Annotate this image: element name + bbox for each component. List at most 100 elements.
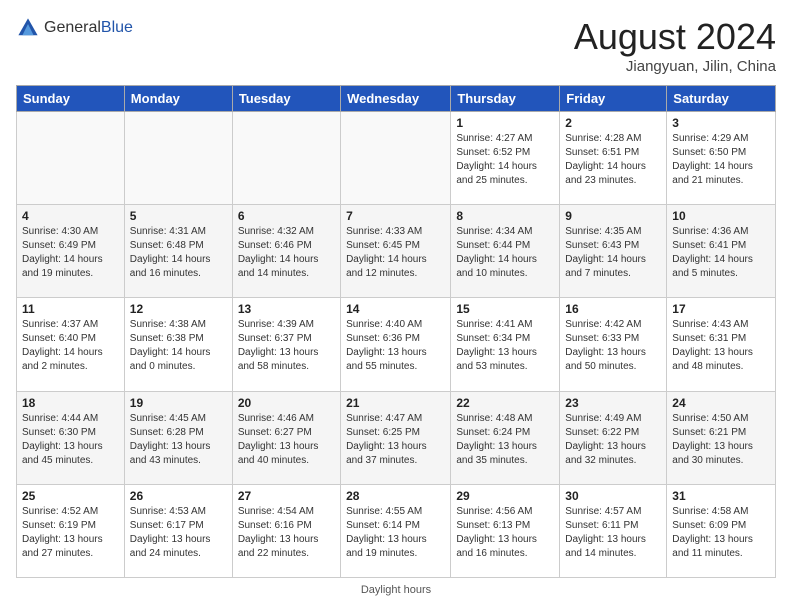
calendar-cell [124,112,232,205]
day-number: 12 [130,302,227,316]
week-row-4: 18Sunrise: 4:44 AMSunset: 6:30 PMDayligh… [17,391,776,484]
day-info: Sunrise: 4:58 AMSunset: 6:09 PMDaylight:… [672,505,770,561]
logo-general-text: General [44,19,101,36]
day-number: 2 [565,116,661,130]
calendar-cell: 30 Sunrise: 4:57 AMSunset: 6:11 PMDayligh… [560,484,667,577]
calendar-cell [17,112,125,205]
title-block: August 2024 Jiangyuan, Jilin, China [574,16,776,75]
day-info: Sunrise: 4:47 AMSunset: 6:25 PMDaylight:… [346,412,445,468]
day-info: Sunrise: 4:53 AMSunset: 6:17 PMDaylight:… [130,505,227,561]
day-number: 16 [565,302,661,316]
header-row: SundayMondayTuesdayWednesdayThursdayFrid… [17,86,776,112]
day-number: 30 [565,489,661,503]
day-info: Sunrise: 4:40 AMSunset: 6:36 PMDaylight:… [346,318,445,374]
day-number: 8 [456,209,554,223]
day-number: 1 [456,116,554,130]
day-info: Sunrise: 4:37 AMSunset: 6:40 PMDaylight:… [22,318,119,374]
calendar-cell: 25Sunrise: 4:52 AMSunset: 6:19 PMDayligh… [17,484,125,577]
day-number: 17 [672,302,770,316]
day-header-sunday: Sunday [17,86,125,112]
day-info: Sunrise: 4:28 AMSunset: 6:51 PMDaylight:… [565,132,661,188]
calendar-cell: 8 Sunrise: 4:34 AMSunset: 6:44 PMDaylight… [451,205,560,298]
calendar-subtitle: Jiangyuan, Jilin, China [574,58,776,75]
day-header-wednesday: Wednesday [341,86,451,112]
calendar-cell: 18Sunrise: 4:44 AMSunset: 6:30 PMDayligh… [17,391,125,484]
week-row-3: 11Sunrise: 4:37 AMSunset: 6:40 PMDayligh… [17,298,776,391]
day-info: Sunrise: 4:54 AMSunset: 6:16 PMDaylight:… [238,505,335,561]
day-number: 21 [346,396,445,410]
day-number: 18 [22,396,119,410]
calendar-table: SundayMondayTuesdayWednesdayThursdayFrid… [16,85,776,578]
day-header-monday: Monday [124,86,232,112]
day-info: Sunrise: 4:30 AMSunset: 6:49 PMDaylight:… [22,225,119,281]
calendar-cell: 17 Sunrise: 4:43 AMSunset: 6:31 PMDayligh… [667,298,776,391]
day-number: 7 [346,209,445,223]
day-number: 23 [565,396,661,410]
calendar-cell: 28 Sunrise: 4:55 AMSunset: 6:14 PMDayligh… [341,484,451,577]
calendar-cell: 15 Sunrise: 4:41 AMSunset: 6:34 PMDayligh… [451,298,560,391]
day-info: Sunrise: 4:42 AMSunset: 6:33 PMDaylight:… [565,318,661,374]
header: GeneralBlue August 2024 Jiangyuan, Jilin… [16,16,776,75]
day-number: 20 [238,396,335,410]
day-info: Sunrise: 4:41 AMSunset: 6:34 PMDaylight:… [456,318,554,374]
calendar-cell: 31 Sunrise: 4:58 AMSunset: 6:09 PMDayligh… [667,484,776,577]
day-number: 6 [238,209,335,223]
day-number: 10 [672,209,770,223]
day-info: Sunrise: 4:50 AMSunset: 6:21 PMDaylight:… [672,412,770,468]
day-number: 24 [672,396,770,410]
day-info: Sunrise: 4:35 AMSunset: 6:43 PMDaylight:… [565,225,661,281]
day-info: Sunrise: 4:48 AMSunset: 6:24 PMDaylight:… [456,412,554,468]
calendar-cell: 6 Sunrise: 4:32 AMSunset: 6:46 PMDaylight… [232,205,340,298]
calendar-cell [232,112,340,205]
calendar-cell: 2 Sunrise: 4:28 AMSunset: 6:51 PMDaylight… [560,112,667,205]
calendar-cell: 16 Sunrise: 4:42 AMSunset: 6:33 PMDayligh… [560,298,667,391]
calendar-cell: 26Sunrise: 4:53 AMSunset: 6:17 PMDayligh… [124,484,232,577]
day-number: 27 [238,489,335,503]
calendar-title: August 2024 [574,16,776,58]
day-info: Sunrise: 4:56 AMSunset: 6:13 PMDaylight:… [456,505,554,561]
calendar-cell: 10 Sunrise: 4:36 AMSunset: 6:41 PMDayligh… [667,205,776,298]
day-number: 31 [672,489,770,503]
day-number: 15 [456,302,554,316]
calendar-cell: 24 Sunrise: 4:50 AMSunset: 6:21 PMDayligh… [667,391,776,484]
day-info: Sunrise: 4:36 AMSunset: 6:41 PMDaylight:… [672,225,770,281]
calendar-cell [341,112,451,205]
calendar-cell: 14Sunrise: 4:40 AMSunset: 6:36 PMDayligh… [341,298,451,391]
day-info: Sunrise: 4:34 AMSunset: 6:44 PMDaylight:… [456,225,554,281]
week-row-2: 4Sunrise: 4:30 AMSunset: 6:49 PMDaylight… [17,205,776,298]
day-number: 5 [130,209,227,223]
calendar-cell: 19 Sunrise: 4:45 AMSunset: 6:28 PMDayligh… [124,391,232,484]
day-header-saturday: Saturday [667,86,776,112]
day-info: Sunrise: 4:38 AMSunset: 6:38 PMDaylight:… [130,318,227,374]
day-number: 3 [672,116,770,130]
day-info: Sunrise: 4:32 AMSunset: 6:46 PMDaylight:… [238,225,335,281]
day-info: Sunrise: 4:46 AMSunset: 6:27 PMDaylight:… [238,412,335,468]
day-info: Sunrise: 4:31 AMSunset: 6:48 PMDaylight:… [130,225,227,281]
calendar-cell: 11Sunrise: 4:37 AMSunset: 6:40 PMDayligh… [17,298,125,391]
day-info: Sunrise: 4:57 AMSunset: 6:11 PMDaylight:… [565,505,661,561]
day-number: 13 [238,302,335,316]
calendar-cell: 27 Sunrise: 4:54 AMSunset: 6:16 PMDayligh… [232,484,340,577]
week-row-5: 25Sunrise: 4:52 AMSunset: 6:19 PMDayligh… [17,484,776,577]
calendar-cell: 3 Sunrise: 4:29 AMSunset: 6:50 PMDaylight… [667,112,776,205]
calendar-cell: 22Sunrise: 4:48 AMSunset: 6:24 PMDayligh… [451,391,560,484]
calendar-cell: 13Sunrise: 4:39 AMSunset: 6:37 PMDayligh… [232,298,340,391]
calendar-cell: 21 Sunrise: 4:47 AMSunset: 6:25 PMDayligh… [341,391,451,484]
day-header-tuesday: Tuesday [232,86,340,112]
day-number: 28 [346,489,445,503]
day-info: Sunrise: 4:45 AMSunset: 6:28 PMDaylight:… [130,412,227,468]
logo-icon [16,16,40,40]
day-info: Sunrise: 4:52 AMSunset: 6:19 PMDaylight:… [22,505,119,561]
calendar-cell: 20 Sunrise: 4:46 AMSunset: 6:27 PMDayligh… [232,391,340,484]
day-number: 9 [565,209,661,223]
day-info: Sunrise: 4:27 AMSunset: 6:52 PMDaylight:… [456,132,554,188]
day-header-thursday: Thursday [451,86,560,112]
logo: GeneralBlue [16,16,133,40]
day-info: Sunrise: 4:55 AMSunset: 6:14 PMDaylight:… [346,505,445,561]
logo-blue-text: Blue [101,19,133,36]
calendar-cell: 23Sunrise: 4:49 AMSunset: 6:22 PMDayligh… [560,391,667,484]
day-info: Sunrise: 4:29 AMSunset: 6:50 PMDaylight:… [672,132,770,188]
day-info: Sunrise: 4:43 AMSunset: 6:31 PMDaylight:… [672,318,770,374]
day-number: 29 [456,489,554,503]
day-number: 19 [130,396,227,410]
